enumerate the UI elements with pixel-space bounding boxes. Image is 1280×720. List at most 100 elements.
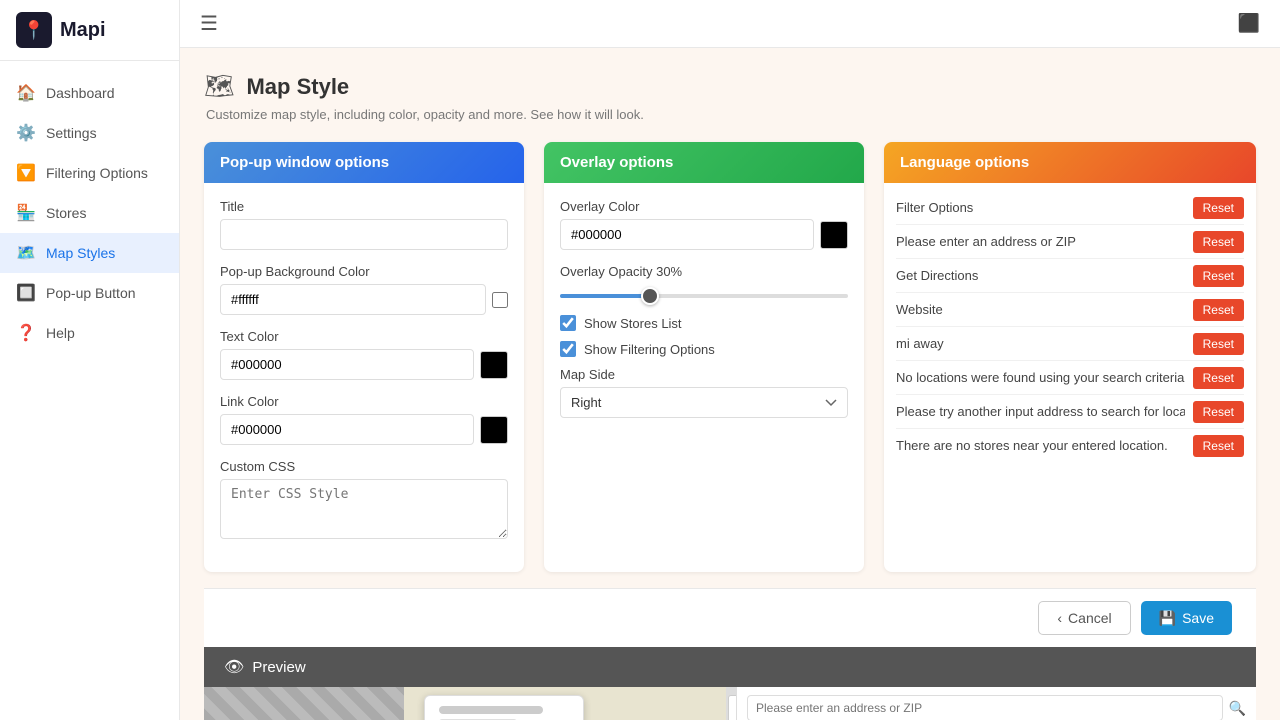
lang-row-filter-options: Reset: [896, 191, 1244, 225]
map-search-input[interactable]: [747, 695, 1223, 720]
popup-card: Pop-up window options Title Pop-up Backg…: [204, 142, 524, 572]
lang-row-mi-away: Reset: [896, 327, 1244, 361]
link-color-input[interactable]: #000000: [220, 414, 474, 445]
overlay-card: Overlay options Overlay Color #000000 Ov…: [544, 142, 864, 572]
overlay-color-swatch[interactable]: [820, 221, 848, 249]
reset-button-filter-options[interactable]: Reset: [1193, 197, 1244, 219]
text-color-row: #000000: [220, 349, 508, 380]
title-group: Title: [220, 199, 508, 250]
page-title: Map Style: [246, 74, 349, 100]
lang-row-website: Reset: [896, 293, 1244, 327]
reset-button-no-stores[interactable]: Reset: [1193, 435, 1244, 457]
lang-row-no-stores: Reset: [896, 429, 1244, 462]
sidebar-item-filtering[interactable]: 🔽 Filtering Options: [0, 153, 179, 193]
popup-card-header: Pop-up window options: [204, 142, 524, 183]
settings-icon: ⚙️: [16, 123, 36, 143]
text-color-input[interactable]: #000000: [220, 349, 474, 380]
lang-input-no-stores[interactable]: [896, 434, 1185, 457]
lang-input-get-directions[interactable]: [896, 264, 1185, 287]
show-filtering-row: Show Filtering Options: [560, 341, 848, 357]
sidebar-nav: 🏠 Dashboard ⚙️ Settings 🔽 Filtering Opti…: [0, 61, 179, 720]
main-content: ☰ ⬛ 🗺 Map Style Customize map style, inc…: [180, 0, 1280, 720]
sidebar-label-dashboard: Dashboard: [46, 85, 115, 101]
map-side-label: Map Side: [560, 367, 848, 382]
reset-button-try-another[interactable]: Reset: [1193, 401, 1244, 423]
sidebar-item-settings[interactable]: ⚙️ Settings: [0, 113, 179, 153]
reset-button-get-directions[interactable]: Reset: [1193, 265, 1244, 287]
lang-input-enter-address[interactable]: [896, 230, 1185, 253]
lang-input-try-another[interactable]: [896, 400, 1185, 423]
bg-color-checkbox[interactable]: [492, 292, 508, 308]
custom-css-label: Custom CSS: [220, 459, 508, 474]
popup-card-body: Title Pop-up Background Color #ffffff Te…: [204, 183, 524, 572]
overlay-color-input[interactable]: #000000: [560, 219, 814, 250]
opacity-slider-container: [560, 285, 848, 301]
map-overlay-right: 🔍: [736, 687, 1256, 720]
save-label: Save: [1182, 610, 1214, 626]
sidebar-label-filtering: Filtering Options: [46, 165, 148, 181]
dashboard-icon: 🏠: [16, 83, 36, 103]
show-filtering-checkbox[interactable]: [560, 341, 576, 357]
reset-button-website[interactable]: Reset: [1193, 299, 1244, 321]
exit-icon[interactable]: ⬛: [1238, 13, 1260, 34]
lang-row-no-locations: Reset: [896, 361, 1244, 395]
cancel-chevron-icon: ‹: [1057, 610, 1062, 626]
bg-color-input[interactable]: #ffffff: [220, 284, 486, 315]
opacity-group: Overlay Opacity 30%: [560, 264, 848, 301]
sidebar-item-help[interactable]: ❓ Help: [0, 313, 179, 353]
sidebar-item-dashboard[interactable]: 🏠 Dashboard: [0, 73, 179, 113]
lang-input-website[interactable]: [896, 298, 1185, 321]
stores-icon: 🏪: [16, 203, 36, 223]
map-store-popup: 7839.0 mi away: [424, 695, 584, 720]
opacity-slider[interactable]: [560, 294, 848, 298]
custom-css-input[interactable]: [220, 479, 508, 539]
preview-label: Preview: [252, 659, 305, 676]
lang-row-try-another: Reset: [896, 395, 1244, 429]
lang-input-mi-away[interactable]: [896, 332, 1185, 355]
lang-input-filter-options[interactable]: [896, 196, 1185, 219]
preview-section-header: 👁 Preview: [204, 647, 1256, 687]
overlay-card-header: Overlay options: [544, 142, 864, 183]
lang-row-enter-address: Reset: [896, 225, 1244, 259]
menu-button[interactable]: ☰: [200, 11, 218, 36]
text-color-swatch[interactable]: [480, 351, 508, 379]
overlay-color-group: Overlay Color #000000: [560, 199, 848, 250]
link-color-row: #000000: [220, 414, 508, 445]
sidebar-label-stores: Stores: [46, 205, 86, 221]
map-side-select[interactable]: Right Left: [560, 387, 848, 418]
title-label: Title: [220, 199, 508, 214]
show-stores-checkbox[interactable]: [560, 315, 576, 331]
overlay-color-row: #000000: [560, 219, 848, 250]
reset-button-enter-address[interactable]: Reset: [1193, 231, 1244, 253]
sidebar-item-popup-button[interactable]: 🔲 Pop-up Button: [0, 273, 179, 313]
custom-css-group: Custom CSS: [220, 459, 508, 542]
language-card-body: Reset Reset Reset Reset: [884, 183, 1256, 470]
bg-color-label: Pop-up Background Color: [220, 264, 508, 279]
show-stores-label: Show Stores List: [584, 316, 682, 331]
sidebar-item-stores[interactable]: 🏪 Stores: [0, 193, 179, 233]
bg-color-row: #ffffff: [220, 284, 508, 315]
map-styles-icon: 🗺️: [16, 243, 36, 263]
topbar: ☰ ⬛: [180, 0, 1280, 48]
link-color-group: Link Color #000000: [220, 394, 508, 445]
search-icon: 🔍: [1229, 700, 1246, 717]
page-content: 🗺 Map Style Customize map style, includi…: [180, 48, 1280, 720]
reset-button-no-locations[interactable]: Reset: [1193, 367, 1244, 389]
title-input[interactable]: [220, 219, 508, 250]
sidebar-label-settings: Settings: [46, 125, 97, 141]
save-button[interactable]: 💾 Save: [1141, 601, 1232, 635]
cancel-button[interactable]: ‹ Cancel: [1038, 601, 1130, 635]
cancel-label: Cancel: [1068, 610, 1112, 626]
opacity-label-row: Overlay Opacity 30%: [560, 264, 848, 279]
cards-row: Pop-up window options Title Pop-up Backg…: [204, 142, 1256, 572]
link-color-swatch[interactable]: [480, 416, 508, 444]
logo-icon: 📍: [16, 12, 52, 48]
text-color-label: Text Color: [220, 329, 508, 344]
eye-icon: 👁: [224, 657, 244, 677]
reset-button-mi-away[interactable]: Reset: [1193, 333, 1244, 355]
map-search-bar: 🔍: [737, 687, 1256, 720]
sidebar-item-map-styles[interactable]: 🗺️ Map Styles: [0, 233, 179, 273]
help-icon: ❓: [16, 323, 36, 343]
sidebar-label-popup-button: Pop-up Button: [46, 285, 136, 301]
lang-input-no-locations[interactable]: [896, 366, 1185, 389]
